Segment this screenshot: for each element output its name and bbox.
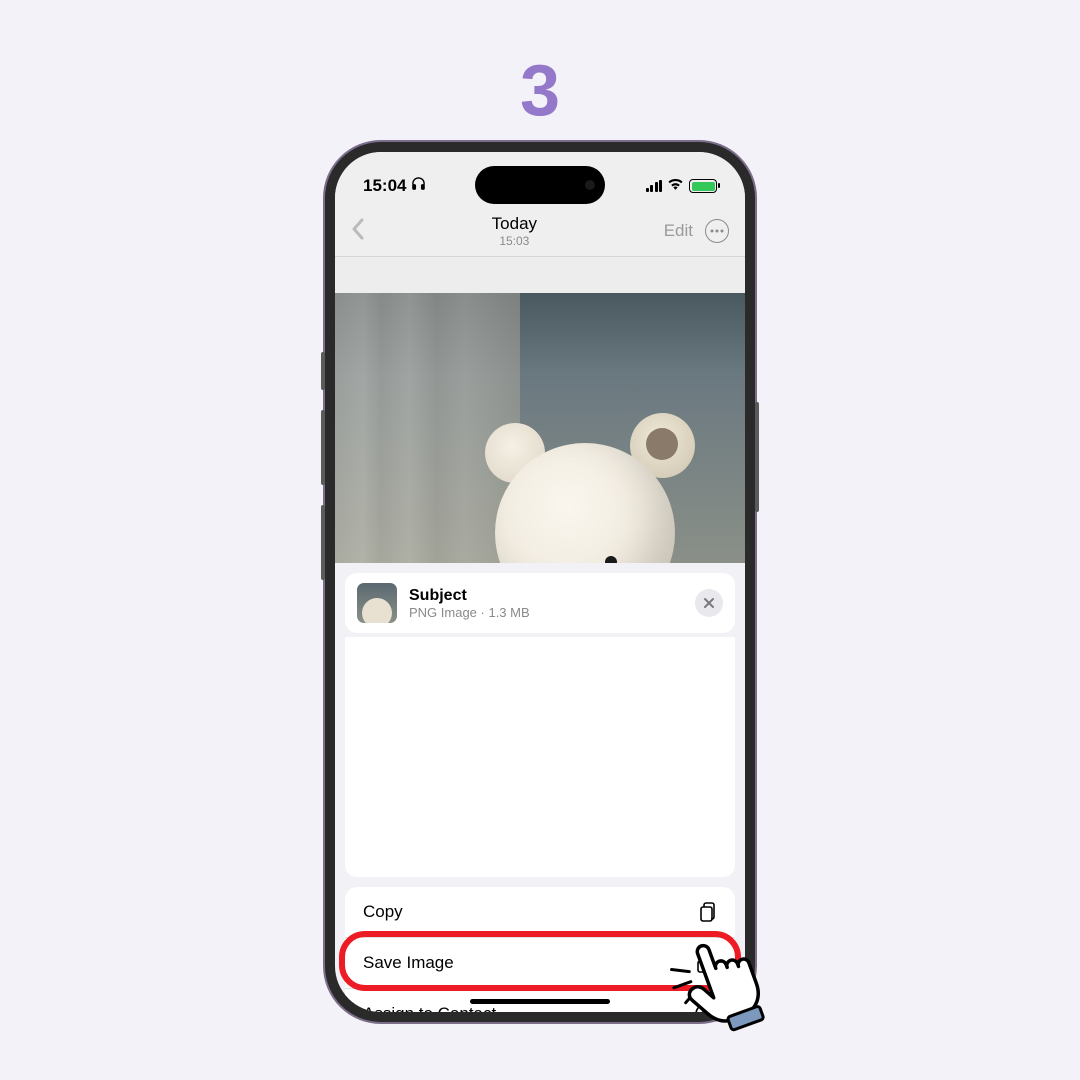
photo-preview[interactable] (335, 293, 745, 563)
copy-label: Copy (363, 902, 403, 922)
home-indicator[interactable] (470, 999, 610, 1004)
subject-thumbnail (357, 583, 397, 623)
cellular-signal-icon (646, 180, 663, 192)
phone-screen: 15:04 (335, 152, 745, 1012)
subject-title: Subject (409, 587, 683, 605)
nav-subtitle: 15:03 (365, 234, 664, 248)
close-button[interactable] (695, 589, 723, 617)
pointer-hand-icon (665, 922, 785, 1047)
nav-bar: Today 15:03 Edit (335, 206, 745, 257)
assign-to-contact-label: Assign to Contact (363, 1004, 496, 1012)
nav-title: Today (365, 214, 664, 234)
status-time: 15:04 (363, 176, 406, 196)
step-number: 3 (520, 50, 560, 132)
toolbar-spacer (335, 257, 745, 293)
subject-card: Subject PNG Image · 1.3 MB (345, 573, 735, 633)
more-button[interactable] (705, 219, 729, 243)
dynamic-island (475, 166, 605, 204)
subject-meta: PNG Image · 1.3 MB (409, 605, 683, 620)
share-sheet-body (345, 637, 735, 877)
battery-icon (689, 179, 717, 193)
copy-icon (695, 901, 717, 923)
save-image-label: Save Image (363, 953, 454, 973)
headphones-icon (411, 176, 426, 196)
wifi-icon (667, 177, 684, 195)
back-button[interactable] (351, 215, 365, 247)
edit-button[interactable]: Edit (664, 221, 693, 241)
phone-frame: 15:04 (325, 142, 755, 1022)
